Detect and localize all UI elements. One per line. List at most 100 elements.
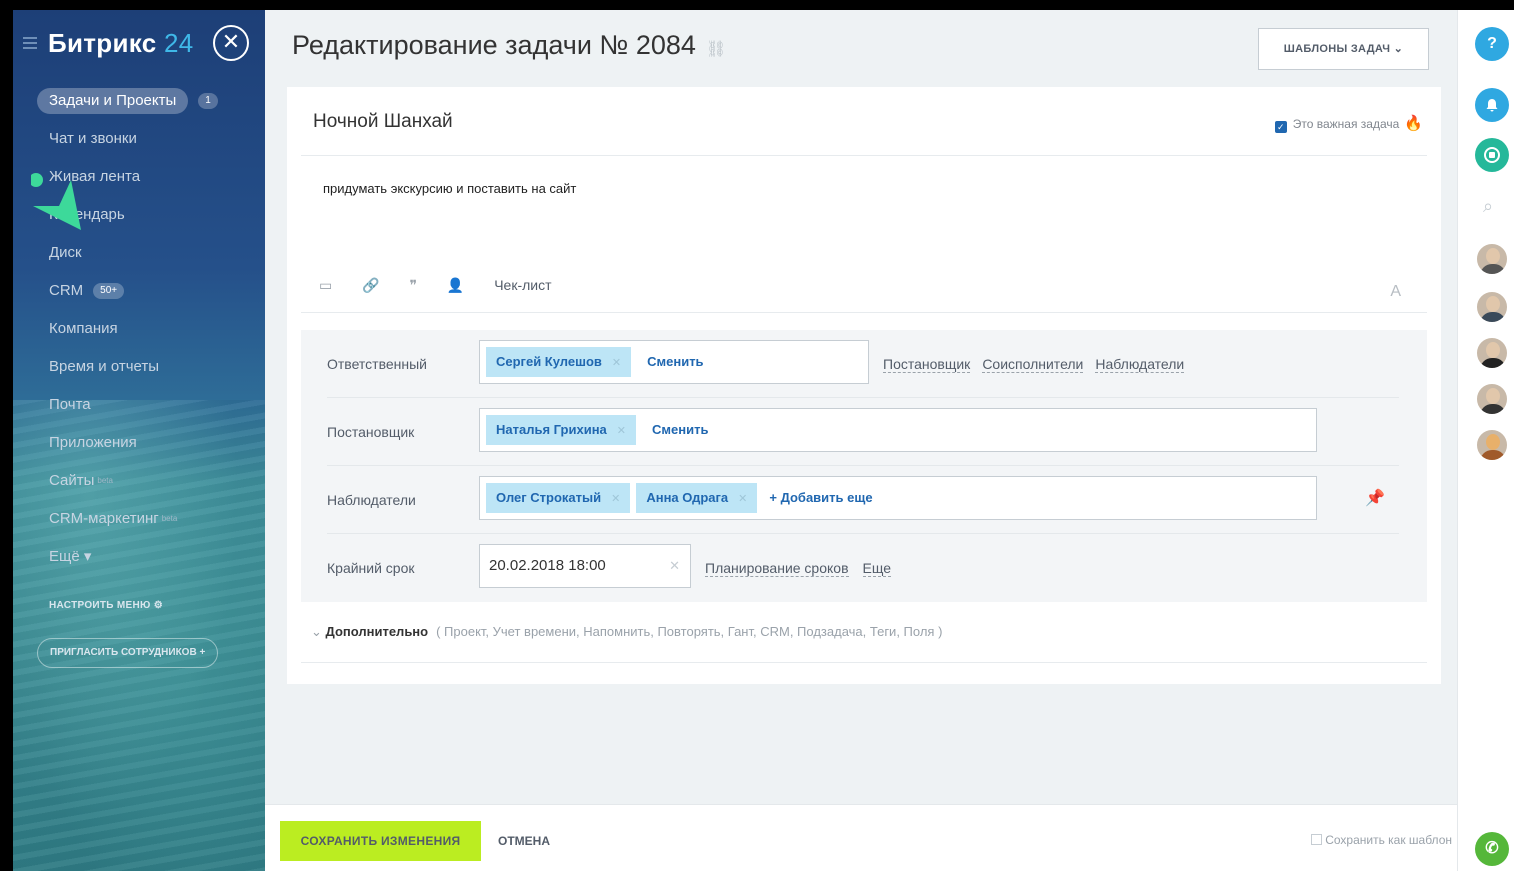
responsible-row: Ответственный Сергей Кулешов ✕ Сменить Пос… [327, 330, 1399, 398]
checklist-button[interactable]: Чек-лист [494, 277, 551, 293]
more-link[interactable]: Еще [862, 560, 892, 577]
sidebar-item-mail[interactable]: Почта [13, 386, 265, 424]
sidebar-item-label: CRM-маркетинг [49, 510, 159, 527]
change-link[interactable]: Сменить [652, 409, 708, 451]
sidebar-item-time[interactable]: Время и отчеты [13, 348, 265, 386]
deadline-input[interactable]: 20.02.2018 18:00 ✕ [479, 544, 691, 588]
link-icon[interactable]: ⛓ [706, 41, 726, 58]
left-sidebar: Битрикс 24 ✕ Задачи и Проекты 1 Чат и зво… [13, 10, 265, 871]
close-icon[interactable]: ✕ [213, 25, 249, 61]
save-as-template-checkbox[interactable]: Сохранить как шаблон [1311, 833, 1452, 847]
chevron-down-icon: ⌄ [1393, 43, 1404, 55]
menu-icon[interactable] [23, 37, 37, 49]
task-form: Ночной Шанхай ✓ Это важная задача 🔥 придум… [287, 87, 1441, 684]
remove-icon[interactable]: ✕ [612, 357, 621, 369]
task-fields: Ответственный Сергей Кулешов ✕ Сменить Пос… [301, 330, 1427, 602]
text-format-icon[interactable]: A [1390, 283, 1401, 301]
role-link-creator[interactable]: Постановщик [883, 356, 971, 373]
sidebar-item-crm[interactable]: CRM 50+ [13, 272, 265, 310]
invite-button[interactable]: ПРИГЛАСИТЬ СОТРУДНИКОВ + [37, 638, 219, 668]
checkbox-icon[interactable]: ✓ [1274, 121, 1287, 133]
sidebar-item-label: Время и отчеты [49, 358, 160, 375]
gear-icon: ⚙ [153, 600, 163, 611]
search-icon[interactable]: ⌕ [1483, 196, 1493, 217]
sidebar-item-label: CRM [49, 282, 84, 299]
sidebar-item-sites[interactable]: Сайты beta [13, 462, 265, 500]
user-icon[interactable]: 👤 [447, 277, 464, 293]
sidebar-item-company[interactable]: Компания [13, 310, 265, 348]
form-footer: СОХРАНИТЬ ИЗМЕНЕНИЯ ОТМЕНА Сохранить как… [265, 804, 1457, 871]
planning-link[interactable]: Планирование сроков [705, 560, 849, 577]
sidebar-item-tasks[interactable]: Задачи и Проекты 1 [13, 82, 265, 120]
right-rail: ? ⌕ ✆ [1457, 10, 1514, 871]
avatar[interactable] [1475, 290, 1509, 324]
save-changes-button[interactable]: СОХРАНИТЬ ИЗМЕНЕНИЯ [280, 821, 481, 861]
sidebar-item-apps[interactable]: Приложения [13, 424, 265, 462]
role-link-coexecutors[interactable]: Соисполнители [982, 356, 1084, 373]
phone-icon[interactable]: ✆ [1475, 832, 1509, 866]
quote-icon[interactable]: ❞ [409, 277, 417, 293]
link-icon[interactable]: 🔗 [362, 277, 379, 293]
divider [301, 312, 1427, 313]
observers-field[interactable]: Олег Строкатый ✕ Анна Одрага ✕ + Добавить ещ… [479, 476, 1317, 520]
remove-icon[interactable]: ✕ [611, 493, 620, 505]
field-label: Наблюдатели [327, 492, 416, 508]
sidebar-item-crm-marketing[interactable]: CRM-маркетинг beta [13, 500, 265, 538]
cursor-icon [31, 173, 81, 230]
sidebar-item-more[interactable]: Ещё ▾ [13, 538, 265, 576]
avatar[interactable] [1475, 428, 1509, 462]
creator-row: Постановщик Наталья Грихина ✕ Сменить [327, 398, 1399, 466]
additional-label: Дополнительно [325, 624, 429, 639]
creator-field[interactable]: Наталья Грихина ✕ Сменить [479, 408, 1317, 452]
bell-icon[interactable] [1475, 88, 1509, 122]
chat-icon[interactable] [1475, 138, 1509, 172]
field-label: Постановщик [327, 424, 415, 440]
configure-menu-link[interactable]: НАСТРОИТЬ МЕНЮ ⚙ [49, 600, 163, 611]
main-content: Редактирование задачи № 2084 ⛓ ШАБЛОНЫ ЗА… [265, 10, 1457, 871]
task-templates-button[interactable]: ШАБЛОНЫ ЗАДАЧ ⌄ [1258, 28, 1429, 70]
file-icon[interactable]: ▭ [319, 277, 332, 293]
person-chip[interactable]: Наталья Грихина ✕ [486, 415, 636, 445]
responsible-field[interactable]: Сергей Кулешов ✕ Сменить [479, 340, 869, 384]
logo[interactable]: Битрикс 24 [48, 28, 194, 59]
checkbox-icon[interactable] [1311, 834, 1323, 845]
role-links: Постановщик Соисполнители Наблюдатели [883, 356, 1196, 373]
avatar[interactable] [1475, 242, 1509, 276]
sidebar-item-label: Задачи и Проекты [37, 88, 189, 114]
avatar[interactable] [1475, 336, 1509, 370]
editor-toolbar: ▭ 🔗 ❞ 👤 Чек-лист [319, 277, 578, 301]
field-label: Ответственный [327, 356, 427, 372]
task-title-input[interactable]: Ночной Шанхай [313, 111, 453, 133]
additional-section[interactable]: ⌄ Дополнительно ( Проект, Учет времени, Н… [311, 624, 942, 640]
clear-icon[interactable]: ✕ [669, 545, 680, 587]
sidebar-item-chat[interactable]: Чат и звонки [13, 120, 265, 158]
person-chip[interactable]: Сергей Кулешов ✕ [486, 347, 632, 377]
person-chip[interactable]: Анна Одрага ✕ [636, 483, 758, 513]
beta-badge: beta [161, 514, 178, 523]
avatar[interactable] [1475, 382, 1509, 416]
question-icon[interactable]: ? [1475, 27, 1509, 61]
deadline-row: Крайний срок 20.02.2018 18:00 ✕ Планирова… [327, 534, 1399, 602]
add-more-link[interactable]: + Добавить еще [769, 477, 872, 519]
observers-row: Наблюдатели Олег Строкатый ✕ Анна Одрага ✕ +… [327, 466, 1399, 534]
plus-icon: + [199, 647, 206, 658]
cancel-button[interactable]: ОТМЕНА [498, 821, 550, 861]
field-label: Крайний срок [327, 560, 415, 576]
divider [301, 662, 1427, 663]
sidebar-menu: Задачи и Проекты 1 Чат и звонки Живая лен… [13, 82, 265, 576]
remove-icon[interactable]: ✕ [738, 493, 747, 505]
person-chip[interactable]: Олег Строкатый ✕ [486, 483, 631, 513]
role-link-observers[interactable]: Наблюдатели [1095, 356, 1185, 373]
chevron-down-icon: ⌄ [311, 624, 322, 639]
additional-items: ( Проект, Учет времени, Напомнить, Повто… [436, 624, 943, 639]
important-checkbox[interactable]: ✓ Это важная задача 🔥 [1274, 114, 1423, 133]
fire-icon: 🔥 [1404, 115, 1423, 132]
sidebar-item-label: Компания [49, 320, 118, 337]
remove-icon[interactable]: ✕ [617, 425, 626, 437]
deadline-links: Планирование сроков Еще [705, 560, 905, 577]
beta-badge: beta [97, 476, 113, 485]
task-description[interactable]: придумать экскурсию и поставить на сайт [323, 181, 576, 196]
change-link[interactable]: Сменить [647, 341, 703, 383]
divider [301, 155, 1427, 156]
pin-icon[interactable]: 📌 [1365, 488, 1385, 508]
